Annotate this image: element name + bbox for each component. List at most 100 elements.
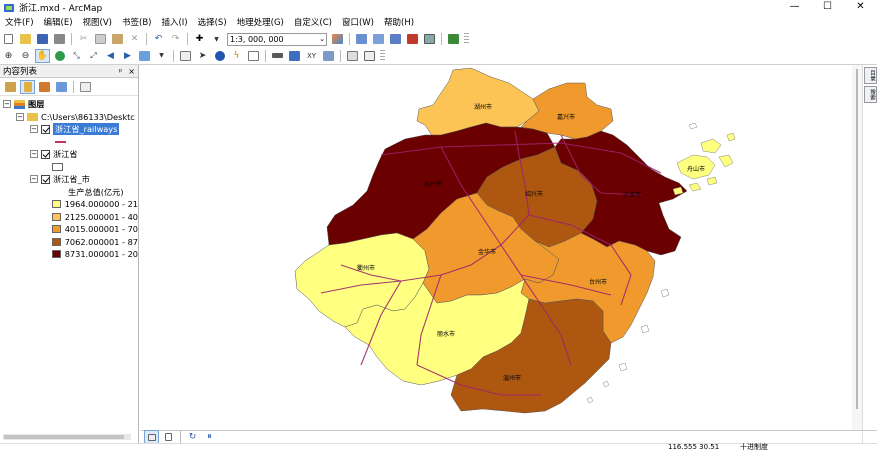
menu-bookmarks[interactable]: 书签(B): [117, 15, 156, 31]
legend-swatch-1[interactable]: [52, 200, 61, 209]
layer-row-cities[interactable]: − 浙江省_市: [0, 173, 138, 186]
back-extent-icon[interactable]: ◀: [103, 49, 118, 63]
province-symbol-row[interactable]: [0, 161, 138, 174]
menu-customize[interactable]: 自定义(C): [289, 15, 337, 31]
delete-icon[interactable]: ✕: [127, 32, 142, 46]
select-features-dropdown-icon[interactable]: ▼: [154, 49, 169, 63]
close-button[interactable]: ✕: [844, 0, 877, 15]
new-document-icon[interactable]: [1, 32, 16, 46]
paste-icon[interactable]: [110, 32, 125, 46]
layer-visibility-checkbox-province[interactable]: [41, 149, 50, 159]
railway-symbol-row[interactable]: [0, 136, 138, 149]
legend-swatch-2[interactable]: [52, 212, 61, 221]
table-of-contents-icon[interactable]: [354, 32, 369, 46]
menu-windows[interactable]: 窗口(W): [337, 15, 379, 31]
save-icon[interactable]: [35, 32, 50, 46]
list-by-selection-icon[interactable]: [54, 80, 69, 94]
toc-scroll-thumb[interactable]: [3, 433, 131, 440]
full-extent-icon[interactable]: [52, 49, 67, 63]
search-dock-tab[interactable]: 搜索: [864, 86, 877, 103]
swipe-layer-icon[interactable]: [362, 49, 377, 63]
menu-insert[interactable]: 插入(I): [156, 15, 192, 31]
catalog-dock-tab[interactable]: 目录: [864, 67, 877, 84]
legend-class-row[interactable]: 7062.000001 - 87: [0, 236, 138, 249]
html-popup-icon[interactable]: [246, 49, 261, 63]
fixed-zoom-in-icon[interactable]: ⤡: [69, 49, 84, 63]
layer-name-railways[interactable]: 浙江省_railways: [53, 123, 120, 136]
time-slider-icon[interactable]: [321, 49, 336, 63]
toolbar-grip-2[interactable]: [380, 49, 385, 62]
arctoolbox-icon[interactable]: [405, 32, 420, 46]
open-folder-icon[interactable]: [18, 32, 33, 46]
list-by-source-icon[interactable]: [20, 79, 35, 94]
create-viewer-window-icon[interactable]: [345, 49, 360, 63]
list-by-visibility-icon[interactable]: [37, 80, 52, 94]
menu-selection[interactable]: 选择(S): [193, 15, 232, 31]
find-route-icon[interactable]: [287, 49, 302, 63]
minimize-button[interactable]: —: [778, 0, 811, 15]
zoom-out-icon[interactable]: ⊖: [18, 49, 33, 63]
maximize-button[interactable]: ☐: [811, 0, 844, 15]
model-builder-icon[interactable]: [446, 32, 461, 46]
add-data-icon[interactable]: ✚: [192, 32, 207, 46]
folder-row[interactable]: − C:\Users\86133\Desktc: [0, 111, 138, 124]
layer-name-province[interactable]: 浙江省: [53, 148, 78, 160]
legend-swatch-3[interactable]: [52, 225, 61, 234]
measure-icon[interactable]: [270, 49, 285, 63]
refresh-view-icon[interactable]: ↻: [185, 430, 200, 444]
redo-icon[interactable]: ↷: [168, 32, 183, 46]
clear-selection-icon[interactable]: [178, 49, 193, 63]
map-display[interactable]: 湖州市 嘉兴市 杭州市 绍兴市 宁波市 舟山市 衢州市 金华市 台州市 丽水市 …: [141, 65, 862, 430]
zhejiang-map[interactable]: 湖州市 嘉兴市 杭州市 绍兴市 宁波市 舟山市 衢州市 金华市 台州市 丽水市 …: [141, 65, 862, 430]
collapse-icon[interactable]: −: [30, 150, 38, 159]
legend-class-row[interactable]: 1964.000000 - 21: [0, 198, 138, 211]
menu-view[interactable]: 视图(V): [78, 15, 117, 31]
layer-visibility-checkbox-railways[interactable]: [41, 124, 50, 134]
layer-row-province[interactable]: − 浙江省: [0, 148, 138, 161]
legend-class-row[interactable]: 2125.000001 - 40: [0, 211, 138, 224]
list-by-drawing-order-icon[interactable]: [3, 80, 18, 94]
select-features-icon[interactable]: [137, 49, 152, 63]
data-view-icon[interactable]: [144, 430, 159, 444]
editor-toolbar-icon[interactable]: [330, 32, 345, 46]
undo-icon[interactable]: ↶: [151, 32, 166, 46]
layer-visibility-checkbox-cities[interactable]: [41, 174, 50, 184]
toolbar-grip[interactable]: [464, 33, 469, 45]
collapse-icon[interactable]: −: [30, 125, 38, 134]
legend-class-row[interactable]: 8731.000001 - 20: [0, 248, 138, 261]
forward-extent-icon[interactable]: ▶: [120, 49, 135, 63]
collapse-icon[interactable]: −: [3, 100, 11, 109]
layer-row-railways[interactable]: − 浙江省_railways: [0, 123, 138, 136]
pin-icon[interactable]: ᵖ: [119, 67, 122, 76]
zoom-in-icon[interactable]: ⊕: [1, 49, 16, 63]
chevron-down-icon[interactable]: ⌄: [319, 34, 325, 45]
go-to-xy-icon[interactable]: XY: [304, 49, 319, 63]
pause-drawing-icon[interactable]: ⏸: [202, 430, 217, 444]
layer-name-cities[interactable]: 浙江省_市: [53, 173, 90, 185]
search-window-icon[interactable]: [388, 32, 403, 46]
map-scale-combobox[interactable]: 1:3, 000, 000 ⌄: [227, 32, 327, 46]
add-data-dropdown-icon[interactable]: ▼: [209, 32, 224, 46]
fixed-zoom-out-icon[interactable]: ⤢: [86, 49, 101, 63]
city-zhoushan[interactable]: [672, 132, 736, 196]
pan-hand-icon[interactable]: ✋: [35, 48, 50, 63]
python-window-icon[interactable]: [422, 32, 437, 46]
cut-icon[interactable]: ✂: [76, 32, 91, 46]
identify-icon[interactable]: [212, 49, 227, 63]
menu-file[interactable]: 文件(F): [0, 15, 39, 31]
province-fill-symbol[interactable]: [52, 162, 63, 171]
layers-root-row[interactable]: − 图层: [0, 98, 138, 111]
print-icon[interactable]: [52, 32, 67, 46]
toc-close-icon[interactable]: ×: [128, 67, 135, 76]
layout-view-icon[interactable]: [161, 430, 176, 444]
menu-geoprocessing[interactable]: 地理处理(G): [232, 15, 289, 31]
collapse-icon[interactable]: −: [30, 175, 38, 184]
catalog-icon[interactable]: [371, 32, 386, 46]
menu-edit[interactable]: 编辑(E): [39, 15, 78, 31]
hyperlink-icon[interactable]: ϟ: [229, 49, 244, 63]
copy-icon[interactable]: [93, 32, 108, 46]
legend-class-row[interactable]: 4015.000001 - 70: [0, 223, 138, 236]
legend-swatch-4[interactable]: [52, 237, 61, 246]
toc-options-icon[interactable]: [78, 80, 93, 94]
toc-horizontal-scrollbar[interactable]: [0, 430, 139, 443]
